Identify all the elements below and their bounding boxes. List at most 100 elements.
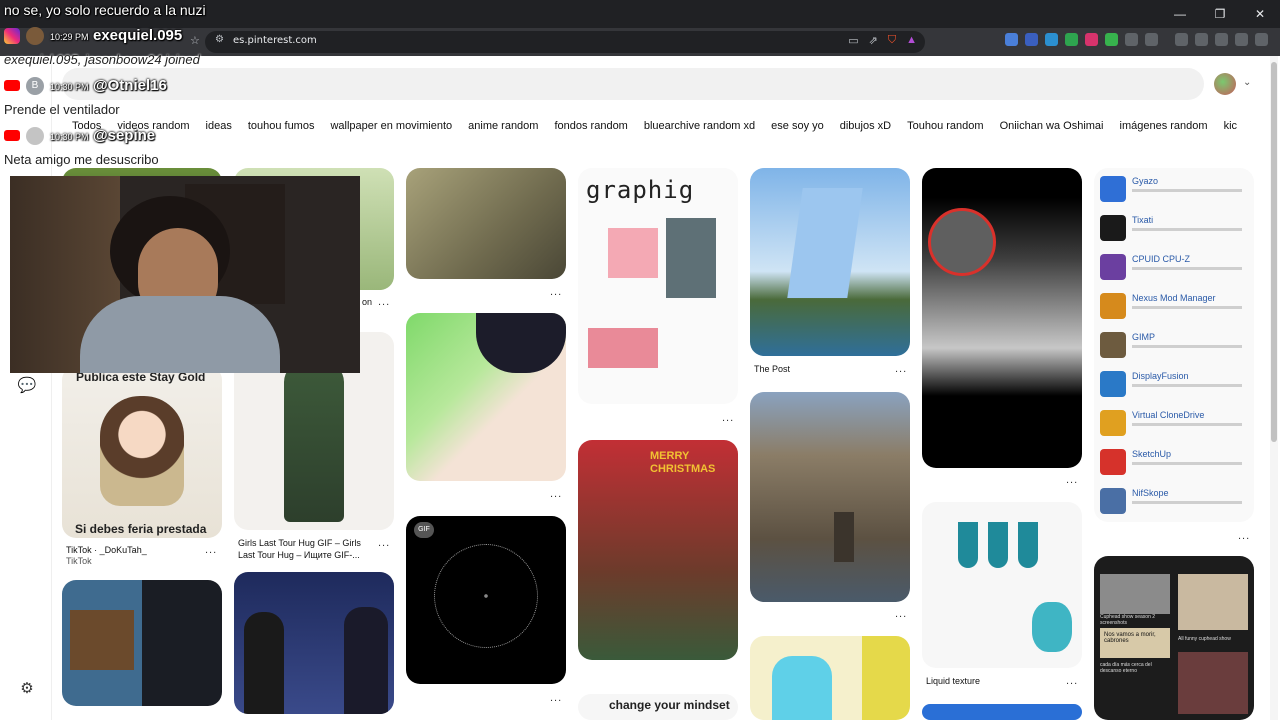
pin-title[interactable]: Liquid texture xyxy=(926,675,980,687)
person-figure xyxy=(244,612,284,714)
particle-sphere xyxy=(434,544,538,648)
puzzle-icon[interactable] xyxy=(1125,33,1138,46)
chip[interactable]: ese soy yo xyxy=(771,120,824,136)
pin-title[interactable]: TikTok · _DoKuTah_ xyxy=(66,544,147,556)
pin-politicians[interactable] xyxy=(234,572,394,714)
messages-icon[interactable]: 💬 xyxy=(17,376,37,396)
software-item: Virtual CloneDrive xyxy=(1100,406,1250,440)
translate-extension-icon[interactable] xyxy=(1005,33,1018,46)
pin-bedroom[interactable] xyxy=(406,168,566,279)
extension-icon[interactable] xyxy=(1215,33,1228,46)
software-name: Virtual CloneDrive xyxy=(1132,410,1205,420)
restore-button[interactable]: ❐ xyxy=(1200,0,1240,28)
chat-username: @Otniel16 xyxy=(93,77,167,94)
chip[interactable]: Touhou random xyxy=(907,120,983,136)
extensions-area xyxy=(1005,33,1268,46)
chip[interactable]: fondos random xyxy=(554,120,627,136)
pin-title[interactable]: Girls Last Tour Hug GIF – Girls Last Tou… xyxy=(238,537,373,561)
more-options-button[interactable]: ... xyxy=(895,363,907,375)
papercraft-body xyxy=(588,328,658,368)
chat-message: Prende el ventilador xyxy=(4,102,120,117)
extension-icon[interactable] xyxy=(1045,33,1058,46)
rewards-icon[interactable]: ▲ xyxy=(906,34,917,47)
cast-icon[interactable]: ▭ xyxy=(848,34,858,47)
profile-avatar[interactable] xyxy=(1214,73,1236,95)
pin-title[interactable]: on xyxy=(362,296,372,308)
extension-icon[interactable] xyxy=(1145,33,1158,46)
chat-time: 10:29 PM xyxy=(50,32,89,42)
more-options-button[interactable]: ... xyxy=(378,296,390,308)
pin-stay-gold[interactable] xyxy=(62,366,222,538)
software-desc-line xyxy=(1132,462,1242,465)
more-options-button[interactable]: ... xyxy=(1066,474,1078,486)
chat-time: 10:30 PM xyxy=(50,132,89,142)
papercraft-head xyxy=(608,228,658,278)
vpn-icon[interactable] xyxy=(1235,33,1248,46)
menu-icon[interactable] xyxy=(1255,33,1268,46)
extension-icon[interactable] xyxy=(1065,33,1078,46)
sidebar-icon[interactable] xyxy=(1175,33,1188,46)
chip[interactable]: bluearchive random xd xyxy=(644,120,755,136)
merry-christmas-text: MERRY CHRISTMAS xyxy=(650,450,716,475)
more-options-button[interactable]: ... xyxy=(1066,675,1078,687)
person-figure xyxy=(344,607,388,714)
more-options-button[interactable]: ... xyxy=(550,286,562,298)
software-item: NifSkope xyxy=(1100,484,1250,518)
software-desc-line xyxy=(1132,267,1242,270)
pin-blue-hair-art[interactable] xyxy=(750,636,910,720)
pin-the-post[interactable] xyxy=(750,168,910,356)
software-item: Tixati xyxy=(1100,211,1250,245)
more-options-button[interactable]: ... xyxy=(550,488,562,500)
pin-sword-stone[interactable] xyxy=(922,168,1082,468)
extension-icon[interactable] xyxy=(1105,33,1118,46)
youtube-icon xyxy=(4,80,20,91)
chevron-down-icon[interactable]: ⌄ xyxy=(1243,77,1251,88)
settings-gear-icon[interactable]: ⚙ xyxy=(17,679,37,699)
chip[interactable]: kic xyxy=(1224,120,1237,136)
scroll-thumb[interactable] xyxy=(1271,62,1277,442)
extension-icon[interactable] xyxy=(1085,33,1098,46)
chip[interactable]: wallpaper en movimiento xyxy=(330,120,452,136)
pin-aerial-ruins[interactable] xyxy=(750,392,910,602)
pin-image[interactable] xyxy=(922,704,1082,720)
extension-icon[interactable] xyxy=(1025,33,1038,46)
zoom-circle xyxy=(928,208,996,276)
pin-christmas[interactable]: MERRY CHRISTMAS xyxy=(578,440,738,660)
pin-papercraft[interactable]: graphig xyxy=(578,168,738,404)
more-options-button[interactable]: ... xyxy=(205,544,217,556)
chip[interactable]: dibujos xD xyxy=(840,120,891,136)
software-name: DisplayFusion xyxy=(1132,371,1189,381)
wallet-icon[interactable] xyxy=(1195,33,1208,46)
pin-cuphead[interactable]: Cuphead show season 2 screenshots All fu… xyxy=(1094,556,1254,720)
more-options-button[interactable]: ... xyxy=(895,608,907,620)
more-options-button[interactable]: ... xyxy=(550,692,562,704)
minimize-button[interactable]: — xyxy=(1160,0,1200,28)
more-options-button[interactable]: ... xyxy=(722,412,734,424)
pin-pixel-game[interactable] xyxy=(62,580,222,706)
pin-software-list[interactable]: Gyazo Tixati CPUID CPU-Z Nexus Mod Manager G… xyxy=(1094,168,1254,522)
brave-shield-icon[interactable]: ⛉ xyxy=(888,34,896,47)
software-name: SketchUp xyxy=(1132,449,1172,459)
chip[interactable]: Oniichan wa Oshimai xyxy=(1000,120,1104,136)
close-button[interactable]: ✕ xyxy=(1240,0,1280,28)
pin-gif-sphere[interactable]: GIF xyxy=(406,516,566,684)
software-name: NifSkope xyxy=(1132,488,1169,498)
chip[interactable]: anime random xyxy=(468,120,538,136)
more-options-button[interactable]: ... xyxy=(378,537,390,549)
more-options-button[interactable]: ... xyxy=(1238,530,1250,542)
stream-chat-overlay: no se, yo solo recuerdo a la nuzi 10:29 … xyxy=(0,0,260,175)
window-controls: — ❐ ✕ xyxy=(1160,0,1280,28)
chip[interactable]: imágenes random xyxy=(1120,120,1208,136)
papercraft-part xyxy=(666,218,716,298)
pin-mindset[interactable]: change your mindset xyxy=(578,694,738,720)
pin-liquid-texture[interactable] xyxy=(922,502,1082,668)
youtube-icon xyxy=(4,130,20,141)
pin-anime-girl[interactable] xyxy=(406,313,566,481)
share-icon[interactable]: ⇗ xyxy=(869,34,878,47)
software-desc-line xyxy=(1132,189,1242,192)
page-scrollbar[interactable] xyxy=(1270,56,1278,720)
software-desc-line xyxy=(1132,228,1242,231)
drop-shape xyxy=(958,522,978,568)
url-field[interactable]: ⚙ es.pinterest.com ▭ ⇗ ⛉ ▲ xyxy=(205,31,925,53)
pin-title[interactable]: The Post xyxy=(754,363,790,375)
